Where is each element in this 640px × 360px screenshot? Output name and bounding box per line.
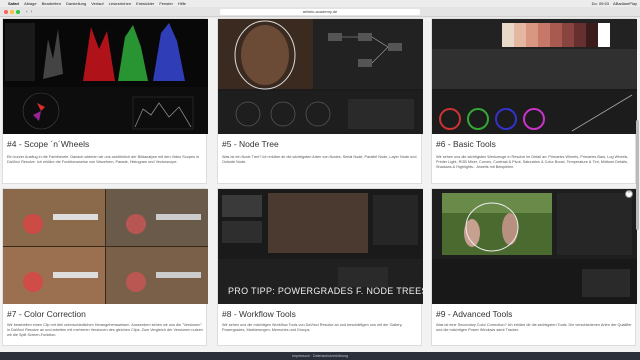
card-title[interactable]: #5 - Node Tree xyxy=(222,139,279,149)
card-thumbnail[interactable]: PRO TIPP: POWERGRADES F. NODE TREES xyxy=(218,189,423,304)
course-card-5[interactable]: #5 - Node Tree Was ist ein Node Tree? Ic… xyxy=(217,18,423,184)
page-scrollbar[interactable] xyxy=(636,20,639,350)
scroll-to-top-button[interactable]: ⌃ xyxy=(625,190,633,198)
site-footer[interactable]: Impressum · Datenschutzerklärung xyxy=(0,352,640,360)
course-card-9[interactable]: #9 - Advanced Tools Was ist eine Seconda… xyxy=(431,188,637,346)
menu-verlauf[interactable]: Verlauf xyxy=(91,1,103,6)
thumbnail-overlay-text: PRO TIPP: POWERGRADES F. NODE TREES xyxy=(228,286,423,296)
menu-bearbeiten[interactable]: Bearbeiten xyxy=(42,1,61,6)
menu-hilfe[interactable]: Hilfe xyxy=(178,1,186,6)
macos-menubar: Safari Ablage Bearbeiten Darstellung Ver… xyxy=(0,0,640,7)
course-card-6[interactable]: #6 - Basic Tools Wir sehen uns die wicht… xyxy=(431,18,637,184)
close-window-icon[interactable] xyxy=(4,9,8,14)
card-thumbnail[interactable] xyxy=(3,189,208,304)
card-thumbnail[interactable] xyxy=(432,19,637,134)
card-thumbnail[interactable] xyxy=(218,19,423,134)
card-title[interactable]: #4 - Scope ´n´Wheels xyxy=(7,139,89,149)
card-description: Wir sehen uns die wichtigsten Werkzeuge … xyxy=(436,155,629,169)
back-arrow-icon[interactable]: ‹ xyxy=(26,9,28,15)
card-thumbnail[interactable] xyxy=(3,19,208,134)
card-title[interactable]: #9 - Advanced Tools xyxy=(436,309,512,319)
menu-ablage[interactable]: Ablage xyxy=(24,1,36,6)
menu-safari[interactable]: Safari xyxy=(8,1,19,6)
scopes-thumbnail-graphic xyxy=(3,19,208,134)
menubar-clock: Do. 09:53 xyxy=(591,1,609,6)
card-title[interactable]: #7 - Color Correction xyxy=(7,309,86,319)
card-description: Wir sehen uns die mächtigen Workflow Too… xyxy=(222,323,403,332)
minimize-window-icon[interactable] xyxy=(10,9,14,14)
advanced-tools-thumbnail-graphic xyxy=(432,189,637,304)
node-tree-thumbnail-graphic xyxy=(218,19,423,134)
menu-lesezeichen[interactable]: Lesezeichen xyxy=(109,1,131,6)
card-description: Was ist eine Secondary Color Correction?… xyxy=(436,323,632,332)
address-bar[interactable]: artistic-academy.de xyxy=(220,9,420,15)
card-title[interactable]: #8 - Workflow Tools xyxy=(222,309,296,319)
card-description: Wir bearbeiten einen Clip mit drei unter… xyxy=(7,323,203,337)
basic-tools-thumbnail-graphic xyxy=(432,19,637,134)
color-correction-thumbnail-graphic xyxy=(3,189,208,304)
page-content: #4 - Scope ´n´Wheels Ein kurzer Ausflug … xyxy=(0,18,640,360)
course-card-7[interactable]: #7 - Color Correction Wir bearbeiten ein… xyxy=(2,188,208,346)
course-card-8[interactable]: PRO TIPP: POWERGRADES F. NODE TREES #8 -… xyxy=(217,188,423,346)
menu-entwickler[interactable]: Entwickler xyxy=(136,1,154,6)
card-title[interactable]: #6 - Basic Tools xyxy=(436,139,496,149)
browser-toolbar: ‹ › artistic-academy.de xyxy=(0,7,640,17)
card-description: Was ist ein Node Tree? Ich erkläre dir d… xyxy=(222,155,417,164)
menu-fenster[interactable]: Fenster xyxy=(159,1,173,6)
menubar-user[interactable]: ABadiamPlay xyxy=(613,1,637,6)
card-description: Ein kurzer Ausflug in die Farbtheorie. D… xyxy=(7,155,199,164)
window-controls xyxy=(4,9,20,14)
course-card-4[interactable]: #4 - Scope ´n´Wheels Ein kurzer Ausflug … xyxy=(2,18,208,184)
card-thumbnail[interactable] xyxy=(432,189,637,304)
menu-darstellung[interactable]: Darstellung xyxy=(66,1,86,6)
scrollbar-thumb[interactable] xyxy=(636,120,639,230)
forward-arrow-icon[interactable]: › xyxy=(31,9,33,15)
zoom-window-icon[interactable] xyxy=(16,9,20,14)
